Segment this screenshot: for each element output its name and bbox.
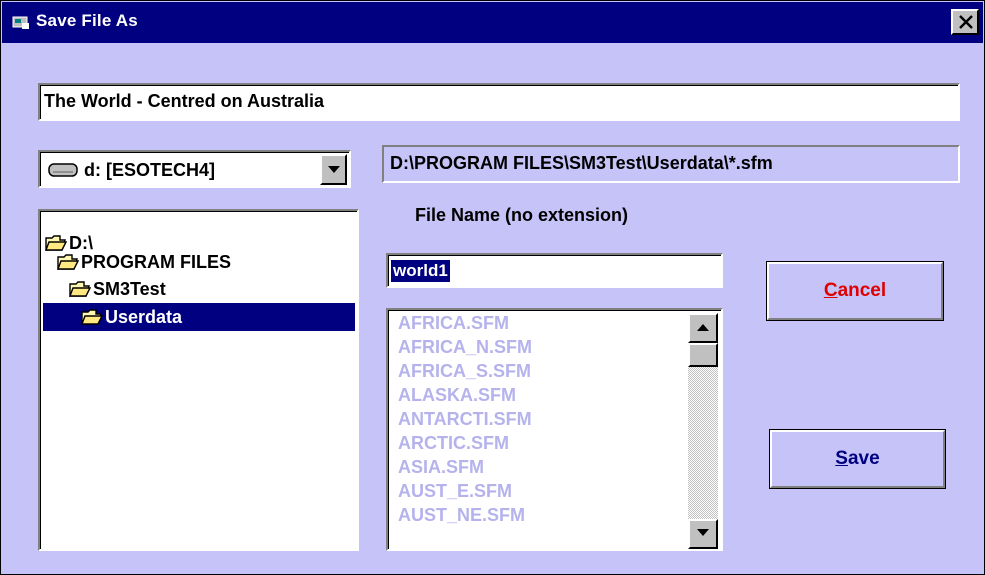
- list-item[interactable]: ARCTIC.SFM: [398, 433, 509, 454]
- list-item[interactable]: ANTARCTI.SFM: [398, 409, 532, 430]
- open-folder-icon: [81, 309, 103, 325]
- list-item[interactable]: ALASKA.SFM: [398, 385, 516, 406]
- map-description-field[interactable]: The World - Centred on Australia: [38, 83, 960, 121]
- close-button[interactable]: [951, 9, 979, 35]
- filename-input[interactable]: world1: [386, 253, 723, 288]
- open-folder-icon: [69, 281, 91, 297]
- app-icon: [12, 16, 29, 29]
- list-item[interactable]: AFRICA.SFM: [398, 313, 509, 334]
- file-list[interactable]: AFRICA.SFM AFRICA_N.SFM AFRICA_S.SFM ALA…: [386, 308, 723, 551]
- cancel-mnemonic: C: [823, 280, 838, 301]
- save-mnemonic: S: [835, 448, 848, 469]
- tree-item-label: SM3Test: [93, 278, 166, 299]
- tree-item-sm3test[interactable]: SM3Test: [69, 275, 166, 303]
- arrow-up-icon: [697, 324, 709, 331]
- window-title: Save File As: [36, 11, 138, 30]
- drive-select[interactable]: d: [ESOTECH4]: [38, 150, 351, 188]
- list-item[interactable]: AUST_E.SFM: [398, 481, 512, 502]
- scroll-down-button[interactable]: [688, 519, 718, 549]
- drive-dropdown-button[interactable]: [320, 154, 347, 185]
- list-item[interactable]: ASIA.SFM: [398, 457, 484, 478]
- chevron-down-icon: [328, 166, 340, 173]
- list-item[interactable]: AUST_NE.SFM: [398, 505, 525, 526]
- cancel-label: ancel: [837, 280, 887, 301]
- save-button[interactable]: Save: [769, 429, 946, 489]
- tree-item-program-files[interactable]: PROGRAM FILES: [57, 248, 231, 276]
- close-icon: [959, 15, 973, 29]
- scrollbar-thumb[interactable]: [688, 343, 718, 367]
- save-file-dialog: Save File As The World - Centred on Aust…: [0, 0, 985, 575]
- tree-item-label: Userdata: [105, 306, 183, 327]
- open-folder-icon: [57, 254, 79, 270]
- filename-label: File Name (no extension): [415, 205, 629, 225]
- tree-item-userdata[interactable]: Userdata: [43, 303, 355, 331]
- drive-icon: [48, 163, 78, 177]
- filename-value: world1: [391, 260, 450, 282]
- scroll-up-button[interactable]: [688, 313, 718, 343]
- save-label: ave: [847, 448, 880, 469]
- drive-label: d: [ESOTECH4]: [84, 160, 216, 180]
- map-description-text: The World - Centred on Australia: [44, 91, 325, 111]
- path-display: D:\PROGRAM FILES\SM3Test\Userdata\*.sfm: [382, 145, 960, 183]
- cancel-button[interactable]: Cancel: [766, 261, 944, 321]
- file-list-scrollbar[interactable]: [688, 313, 718, 549]
- tree-item-label: PROGRAM FILES: [81, 251, 232, 272]
- directory-tree[interactable]: D:\ PROGRAM FILES SM3Test Userdata: [38, 209, 359, 551]
- arrow-down-icon: [697, 529, 709, 536]
- title-bar[interactable]: Save File As: [2, 2, 983, 43]
- list-item[interactable]: AFRICA_N.SFM: [398, 337, 532, 358]
- path-text: D:\PROGRAM FILES\SM3Test\Userdata\*.sfm: [390, 153, 773, 173]
- list-item[interactable]: AFRICA_S.SFM: [398, 361, 531, 382]
